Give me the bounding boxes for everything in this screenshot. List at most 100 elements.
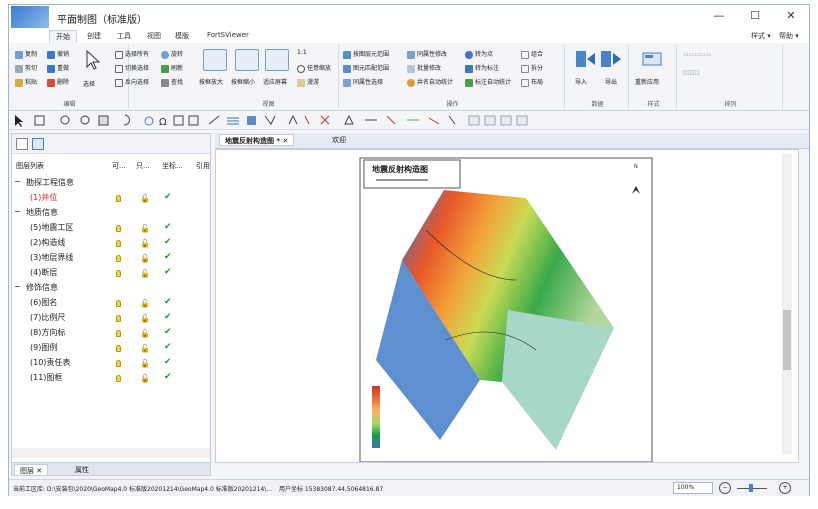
cut-button[interactable]: 剪切 — [15, 63, 37, 73]
layer-row[interactable]: (6)图名 🔓 ✔ — [12, 296, 210, 311]
layer-group-row[interactable]: − 地质信息 — [12, 206, 210, 221]
header-coord[interactable]: 坐标... — [162, 161, 183, 171]
close-button[interactable]: ✕ — [781, 9, 801, 23]
coord-check-icon[interactable]: ✔ — [164, 222, 172, 232]
canvas-vscroll-thumb[interactable] — [783, 310, 791, 370]
header-ref[interactable]: 引用 — [196, 161, 210, 171]
tab-home[interactable]: 开始 — [49, 30, 77, 43]
lock-icon[interactable]: 🔓 — [140, 299, 150, 308]
minimize-button[interactable]: — — [709, 9, 729, 23]
layer-range-select-button[interactable]: 图元匹配范围 — [343, 63, 389, 73]
toggle-select-button[interactable]: 切换选择 — [115, 63, 149, 73]
pan-button[interactable]: 漫游 — [297, 77, 319, 87]
header-visible[interactable]: 可... — [112, 161, 126, 171]
select-button[interactable] — [83, 49, 103, 73]
split-button[interactable]: 拆分 — [521, 63, 543, 73]
lock-icon[interactable]: 🔓 — [140, 344, 150, 353]
layer-row[interactable]: (4)断层 🔓 ✔ — [12, 266, 210, 281]
tab-fortsviewer[interactable]: FortSViewer — [201, 30, 255, 43]
coord-check-icon[interactable]: ✔ — [164, 192, 172, 202]
tab-properties[interactable]: 属性 — [70, 464, 94, 476]
tab-tools[interactable]: 工具 — [111, 30, 137, 43]
list-view-icon[interactable] — [16, 138, 28, 150]
layer-row[interactable]: (2)构造线 🔓 ✔ — [12, 236, 210, 251]
visibility-bulb-icon[interactable] — [116, 195, 121, 202]
align-icons-row2[interactable]: ▯▯▯▯▯ — [683, 69, 700, 76]
lock-icon[interactable]: 🔓 — [140, 254, 150, 263]
lock-icon[interactable]: 🔓 — [140, 194, 150, 203]
select-all-button[interactable]: 选择所有 — [115, 49, 149, 59]
fit-view-icon[interactable] — [265, 49, 289, 71]
collapse-toggle[interactable]: − — [14, 177, 21, 186]
canvas-vscroll[interactable] — [782, 154, 792, 454]
tab-view[interactable]: 视图 — [141, 30, 167, 43]
header-readonly[interactable]: 只... — [136, 161, 150, 171]
batch-edit-button[interactable]: 批量修改 — [407, 63, 441, 73]
layer-row[interactable]: (11)图框 🔓 ✔ — [12, 371, 210, 386]
layer-row[interactable]: (1)井位 🔓 ✔ — [12, 191, 210, 206]
layout-button[interactable]: 布局 — [521, 77, 543, 87]
find-button[interactable]: 查找 — [161, 77, 183, 87]
zoom-out-icon[interactable] — [235, 49, 259, 71]
label-auto-button[interactable]: 标注自动统计 — [465, 77, 511, 87]
layer-row[interactable]: (10)责任表 🔓 ✔ — [12, 356, 210, 371]
convert-point-button[interactable]: 转为点 — [465, 49, 493, 59]
zoom-out-button[interactable]: − — [719, 482, 731, 494]
visibility-bulb-icon[interactable] — [116, 270, 121, 277]
layer-row[interactable]: (9)图例 🔓 ✔ — [12, 341, 210, 356]
layer-group-row[interactable]: − 修饰信息 — [12, 281, 210, 296]
zoom-select[interactable]: 100% — [673, 482, 713, 494]
coord-check-icon[interactable]: ✔ — [164, 357, 172, 367]
help-menu[interactable]: 帮助 ▾ — [779, 31, 799, 41]
doc-tab-map[interactable]: 地震反射构造图 * ✕ — [219, 134, 295, 146]
layer-row[interactable]: (5)地震工区 🔓 ✔ — [12, 221, 210, 236]
lock-icon[interactable]: 🔓 — [140, 374, 150, 383]
visibility-bulb-icon[interactable] — [116, 330, 121, 337]
coord-check-icon[interactable]: ✔ — [164, 237, 172, 247]
one-to-one-button[interactable]: 1:1 — [297, 49, 307, 56]
convert-label-button[interactable]: 转为标注 — [465, 63, 499, 73]
tab-create[interactable]: 创建 — [81, 30, 107, 43]
copy-button[interactable]: 复制 — [15, 49, 37, 59]
doc-tab-welcome[interactable]: 欢迎 — [327, 134, 351, 146]
import-icon[interactable] — [571, 49, 597, 69]
export-icon[interactable] — [599, 49, 625, 69]
visibility-bulb-icon[interactable] — [116, 240, 121, 247]
zoom-in-button[interactable]: + — [779, 482, 791, 494]
layer-row[interactable]: (3)地层界线 🔓 ✔ — [12, 251, 210, 266]
reverse-select-button[interactable]: 反向选择 — [115, 77, 149, 87]
lock-icon[interactable]: 🔓 — [140, 314, 150, 323]
same-attr-select-button[interactable]: 同属性选择 — [343, 77, 383, 87]
zoom-slider-thumb[interactable] — [749, 484, 753, 492]
style-menu[interactable]: 样式 ▾ — [751, 31, 771, 41]
lock-icon[interactable]: 🔓 — [140, 269, 150, 278]
combine-button[interactable]: 组合 — [521, 49, 543, 59]
by-layer-range-button[interactable]: 按图层元范围 — [343, 49, 389, 59]
coord-check-icon[interactable]: ✔ — [164, 372, 172, 382]
maximize-button[interactable]: ☐ — [745, 9, 765, 23]
header-name[interactable]: 图层列表 — [16, 161, 44, 171]
visibility-bulb-icon[interactable] — [116, 255, 121, 262]
coord-check-icon[interactable]: ✔ — [164, 297, 172, 307]
lock-icon[interactable]: 🔓 — [140, 329, 150, 338]
drawing-tool-icons[interactable]: Ω — [9, 112, 609, 130]
zoom-in-icon[interactable] — [203, 49, 227, 71]
layer-panel-hscroll[interactable] — [12, 448, 210, 458]
visibility-bulb-icon[interactable] — [116, 375, 121, 382]
layer-row[interactable]: (8)方向标 🔓 ✔ — [12, 326, 210, 341]
tab-layers[interactable]: 图层 ✕ — [14, 464, 49, 476]
paste-button[interactable]: 粘贴 — [15, 77, 37, 87]
visibility-bulb-icon[interactable] — [116, 225, 121, 232]
layer-row[interactable]: (7)比例尺 🔓 ✔ — [12, 311, 210, 326]
undo-button[interactable]: 撤销 — [47, 49, 69, 59]
tab-template[interactable]: 模版 — [169, 30, 195, 43]
free-zoom-button[interactable]: 任意缩放 — [297, 63, 331, 73]
visibility-bulb-icon[interactable] — [116, 315, 121, 322]
reapply-icon[interactable] — [641, 49, 667, 69]
same-attr-edit-button[interactable]: 同属性修改 — [407, 49, 447, 59]
refresh-button[interactable]: 刷新 — [161, 63, 183, 73]
collapse-toggle[interactable]: − — [14, 207, 21, 216]
well-auto-button[interactable]: 井名自动统计 — [407, 77, 453, 87]
map-view[interactable]: 地震反射构造图 N — [216, 150, 798, 463]
coord-check-icon[interactable]: ✔ — [164, 342, 172, 352]
